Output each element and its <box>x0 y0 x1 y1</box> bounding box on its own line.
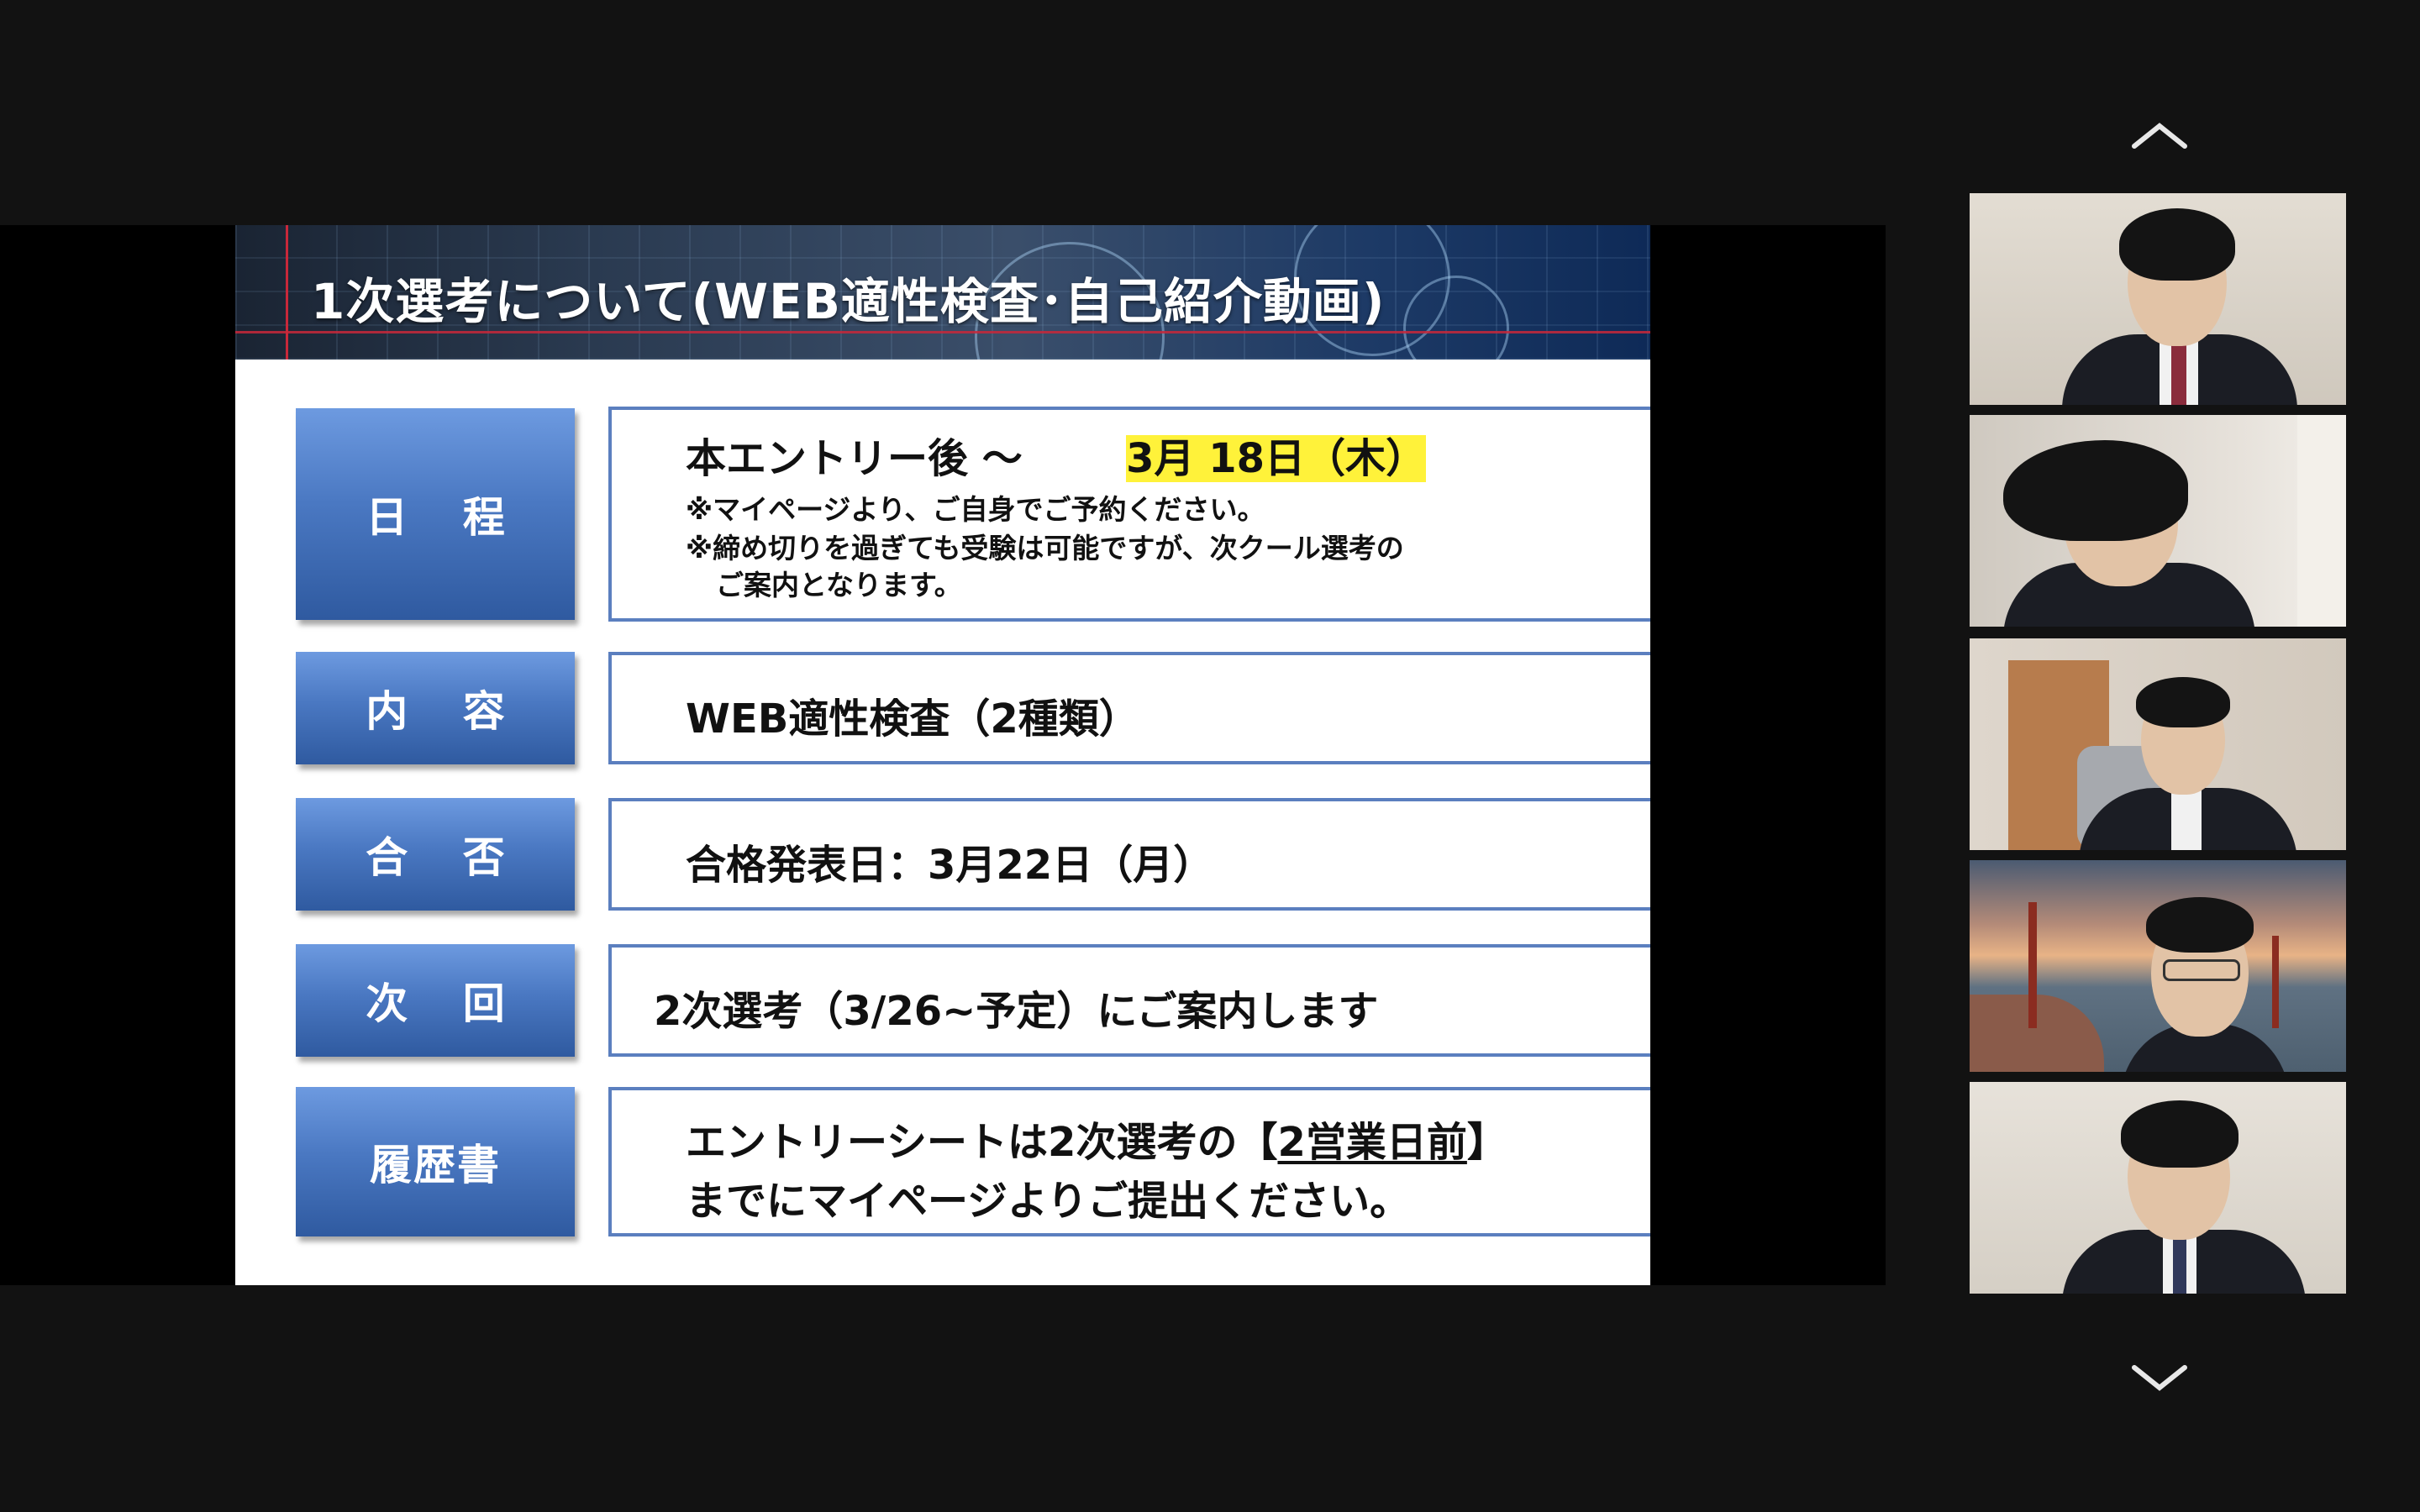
participant-video-tile-1[interactable] <box>1970 193 2346 405</box>
schedule-deadline-highlight: 3月 18日（木） <box>1126 435 1427 482</box>
participant-video-tile-5[interactable] <box>1970 1082 2346 1294</box>
participant-video-tile-2[interactable] <box>1970 415 2346 627</box>
next-box: 2次選考（3/26~予定）にご案内します <box>608 944 1650 1057</box>
content-box: WEB適性検査（2種類） <box>608 652 1650 764</box>
slide-header-banner: 1次選考について(WEB適性検査･自己紹介動画) <box>235 225 1650 360</box>
participant-video-tile-4[interactable] <box>1970 860 2346 1072</box>
resume-bracket-close: 】 <box>1466 1119 1507 1166</box>
label-resume: 履歴書 <box>296 1087 575 1236</box>
label-result: 合 否 <box>296 798 575 911</box>
label-content: 内 容 <box>296 652 575 764</box>
label-next: 次 回 <box>296 944 575 1057</box>
presentation-slide: 1次選考について(WEB適性検査･自己紹介動画) 日 程 本エントリー後 ～ 3… <box>235 225 1650 1285</box>
result-text: 合格発表日：3月22日（月） <box>686 842 1214 889</box>
resume-bracket-open: 【 <box>1237 1119 1278 1166</box>
chevron-down-icon[interactable] <box>2126 1357 2193 1398</box>
result-box: 合格発表日：3月22日（月） <box>608 798 1650 911</box>
schedule-note-2: ※締め切りを過ぎても受験は可能ですが、次クール選考の <box>686 532 1404 564</box>
schedule-main-text: 本エントリー後 ～ <box>686 435 1023 482</box>
resume-box: エントリーシートは2次選考の【2営業日前】 までにマイページよりご提出ください。 <box>608 1087 1650 1236</box>
schedule-note-1: ※マイページより、ご自身でご予約ください。 <box>686 493 1265 526</box>
slide-title: 1次選考について(WEB適性検査･自己紹介動画) <box>311 273 1386 330</box>
resume-deadline-underlined: 2営業日前 <box>1277 1119 1467 1166</box>
resume-line1-text: エントリーシートは2次選考の <box>686 1119 1238 1166</box>
participant-video-tile-3[interactable] <box>1970 638 2346 850</box>
label-schedule: 日 程 <box>296 408 575 620</box>
schedule-note-3: ご案内となります。 <box>716 569 962 601</box>
resume-line2-text: までにマイページよりご提出ください。 <box>686 1178 1411 1225</box>
schedule-box: 本エントリー後 ～ 3月 18日（木） ※マイページより、ご自身でご予約ください… <box>608 407 1650 622</box>
next-text: 2次選考（3/26~予定）にご案内します <box>654 988 1379 1035</box>
chevron-up-icon[interactable] <box>2126 116 2193 156</box>
content-text: WEB適性検査（2種類） <box>686 696 1139 743</box>
